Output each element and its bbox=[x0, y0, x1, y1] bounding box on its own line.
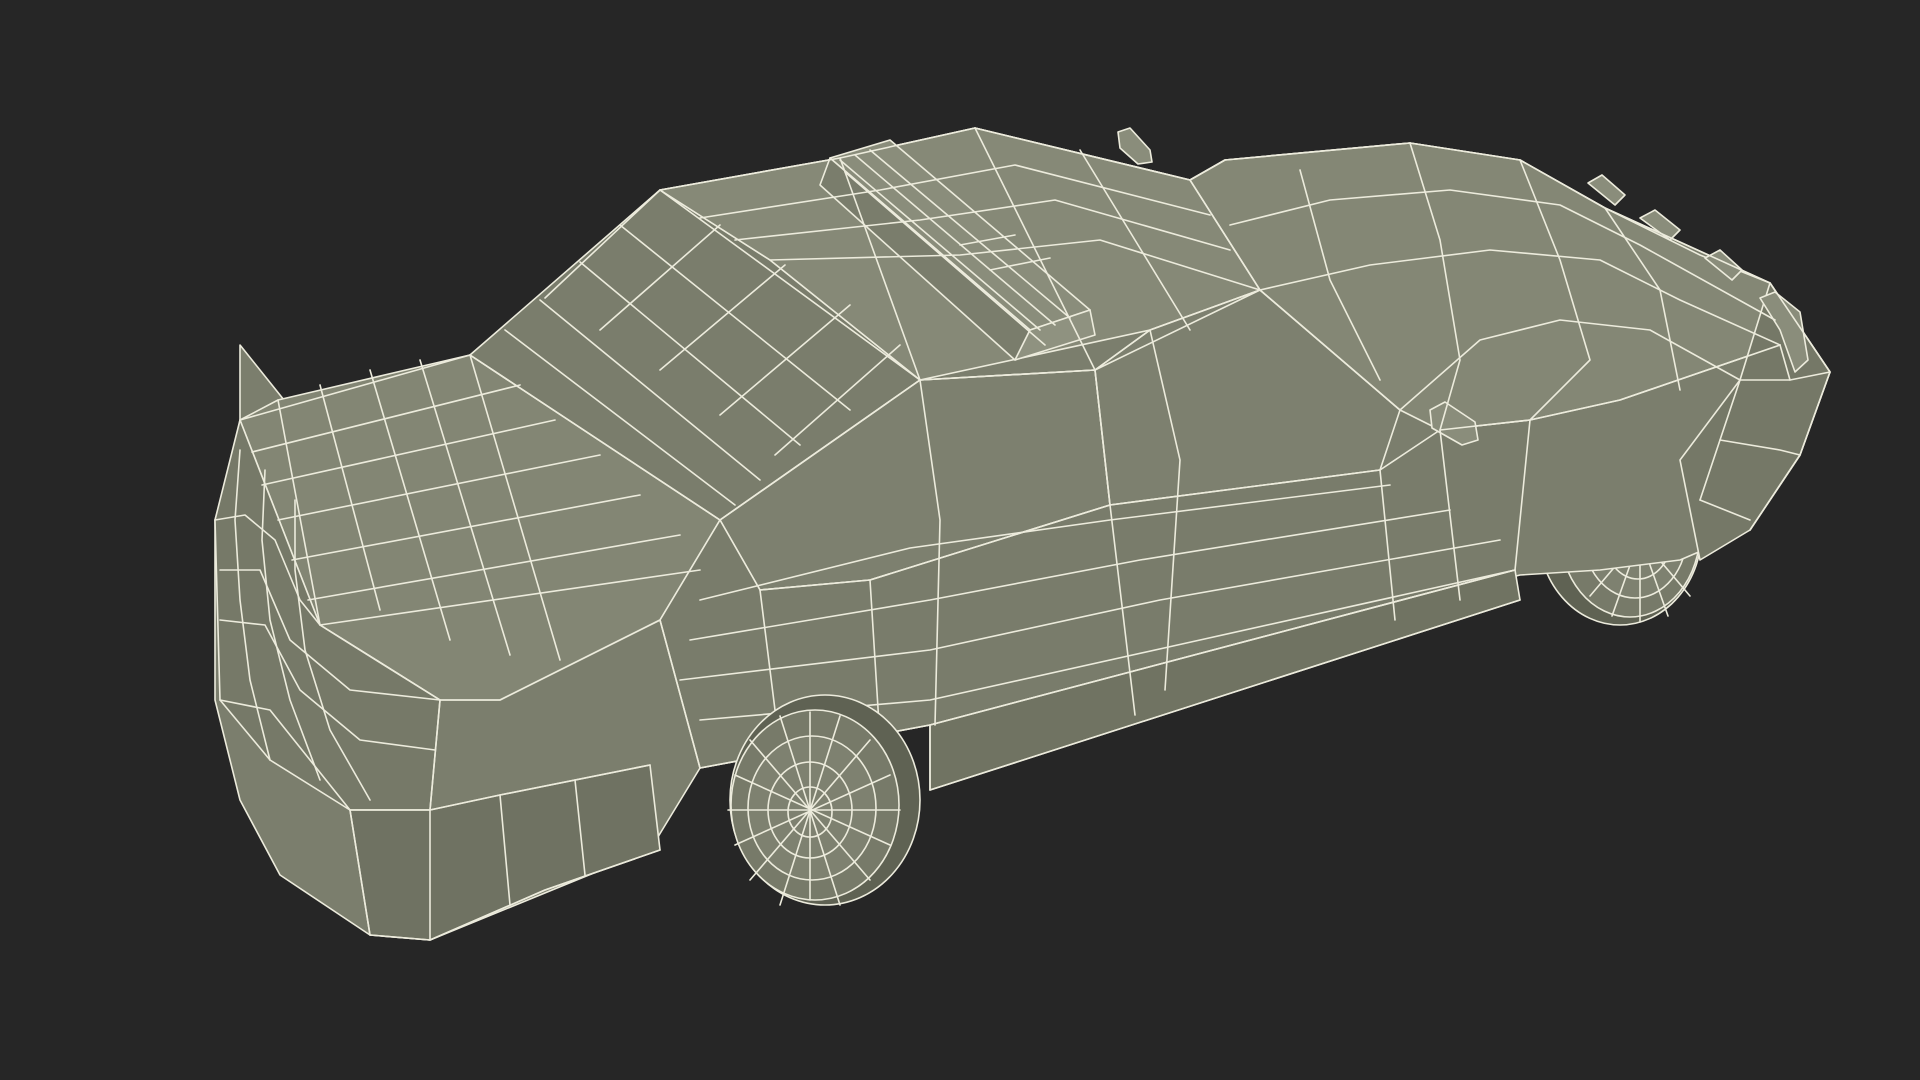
car-wireframe-render bbox=[214, 127, 1831, 941]
front-left-wheel bbox=[727, 694, 921, 906]
3d-viewport[interactable] bbox=[0, 0, 1920, 1080]
